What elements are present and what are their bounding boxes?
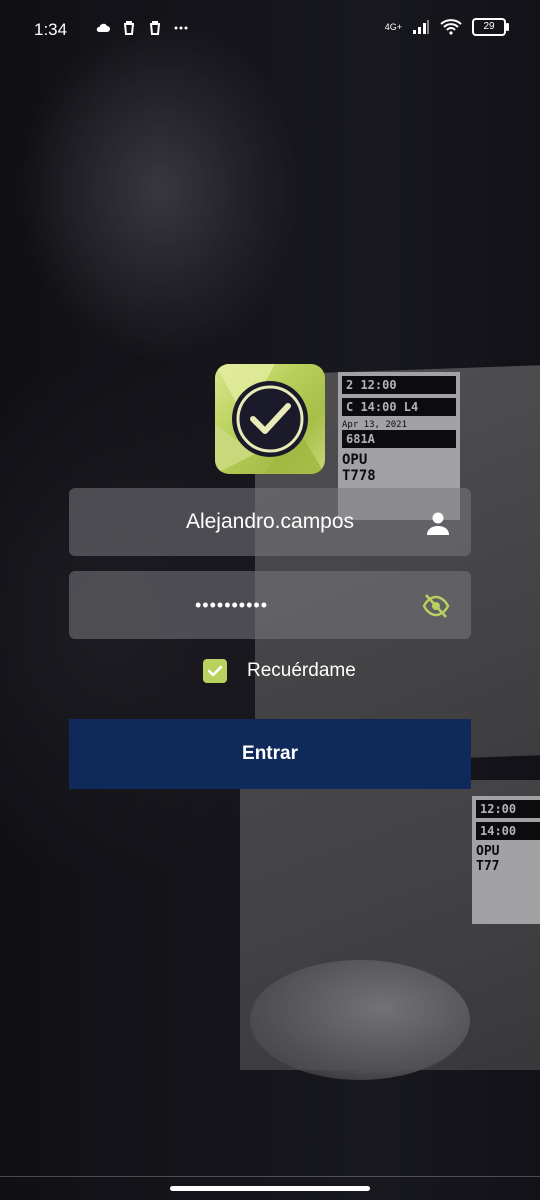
- status-right: 4G+ 29: [384, 18, 509, 36]
- notification-icons: [95, 20, 189, 36]
- cloud-icon: [96, 23, 110, 32]
- signal-icon: [413, 20, 429, 34]
- password-value: ••••••••••: [195, 594, 269, 615]
- eye-off-icon[interactable]: [421, 593, 451, 619]
- check-badge-icon: [215, 364, 325, 474]
- trash-icon: [124, 21, 134, 35]
- nav-divider: [0, 1176, 540, 1177]
- person-icon: [427, 512, 449, 535]
- network-label: 4G+: [384, 22, 402, 32]
- remember-checkbox[interactable]: [203, 659, 227, 683]
- home-indicator[interactable]: [170, 1186, 370, 1191]
- login-button[interactable]: Entrar: [69, 719, 471, 789]
- wifi-icon: [440, 19, 462, 35]
- more-dots-icon: [174, 26, 188, 30]
- app-logo: [215, 364, 325, 474]
- password-field[interactable]: ••••••••••: [69, 571, 471, 639]
- remember-me[interactable]: Recuérdame: [203, 659, 356, 683]
- status-time: 1:34: [34, 20, 68, 39]
- trash-icon: [150, 21, 160, 35]
- checkmark-icon: [207, 665, 223, 677]
- username-value: Alejandro.campos: [185, 510, 355, 533]
- username-field[interactable]: Alejandro.campos: [69, 488, 471, 556]
- battery-icon: 29: [472, 18, 509, 36]
- remember-label: Recuérdame: [247, 660, 356, 681]
- status-bar: 1:34 4G+ 29: [0, 0, 540, 60]
